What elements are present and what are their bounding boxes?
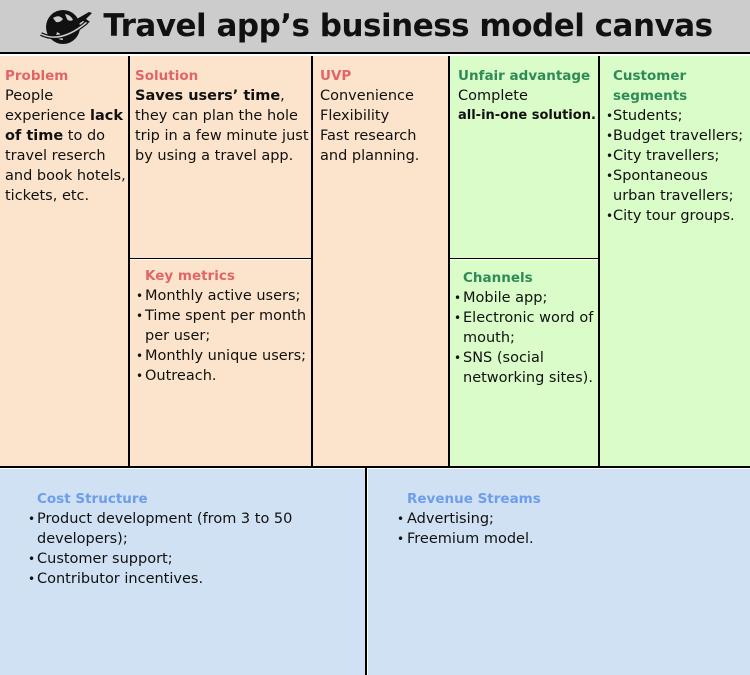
cost-structure-title: Cost Structure — [37, 491, 148, 507]
list-item: Product development (from 3 to 50 develo… — [28, 509, 318, 549]
list-item: Time spent per month per user; — [136, 306, 311, 346]
channels-list: Mobile app; Electronic word of mouth; SN… — [454, 288, 599, 388]
divider — [128, 56, 130, 468]
uvp-line: Fast research and planning. — [320, 128, 420, 164]
problem-title: Problem — [5, 68, 69, 84]
unfair-advantage-title: Unfair advantage — [458, 68, 591, 84]
divider — [311, 56, 313, 468]
divider — [0, 466, 750, 468]
divider — [129, 258, 312, 259]
list-item: Students; — [606, 106, 750, 126]
divider — [449, 258, 600, 259]
divider — [598, 56, 600, 468]
uvp-line: Flexibility — [320, 108, 390, 124]
channels-cell: Channels Mobile app; Electronic word of … — [450, 260, 599, 467]
problem-cell: Problem People experience lack of time t… — [0, 56, 129, 467]
list-item: Advertising; — [397, 509, 750, 529]
list-item: SNS (social networking sites). — [454, 348, 599, 388]
revenue-streams-cell: Revenue Streams Advertising; Freemium mo… — [368, 469, 750, 675]
page-title: Travel app’s business model canvas — [103, 8, 713, 44]
divider — [365, 467, 367, 675]
list-item: City travellers; — [606, 146, 750, 166]
key-metrics-list: Monthly active users; Time spent per mon… — [136, 286, 311, 386]
globe-airplane-icon — [40, 10, 93, 44]
cost-structure-list: Product development (from 3 to 50 develo… — [28, 509, 318, 589]
list-item: Contributor incentives. — [28, 569, 318, 589]
unfair-advantage-bold: all-in-one solution. — [458, 108, 596, 123]
problem-text: People experience lack of time to do tra… — [5, 88, 126, 204]
list-item: Monthly unique users; — [136, 346, 311, 366]
solution-text: Saves users’ time, they can plan the hol… — [135, 88, 309, 164]
revenue-streams-list: Advertising; Freemium model. — [397, 509, 750, 549]
list-item: Outreach. — [136, 366, 311, 386]
list-item: Customer support; — [28, 549, 318, 569]
unfair-advantage-text: Complete — [458, 88, 528, 104]
list-item: City tour groups. — [606, 206, 750, 226]
list-item: Spontaneous urban travellers; — [606, 166, 750, 206]
uvp-line: Convenience — [320, 88, 414, 104]
customer-segments-cell: Customer segments Students; Budget trave… — [600, 56, 750, 467]
uvp-title: UVP — [320, 68, 352, 84]
list-item: Freemium model. — [397, 529, 750, 549]
solution-cell: Solution Saves users’ time, they can pla… — [130, 56, 312, 259]
divider — [448, 56, 450, 468]
cost-structure-cell: Cost Structure Product development (from… — [0, 469, 366, 675]
uvp-cell: UVP Convenience Flexibility Fast researc… — [313, 56, 449, 467]
header: Travel app’s business model canvas — [0, 0, 750, 54]
list-item: Budget travellers; — [606, 126, 750, 146]
solution-title: Solution — [135, 68, 199, 84]
list-item: Electronic word of mouth; — [454, 308, 599, 348]
unfair-advantage-cell: Unfair advantage Complete all-in-one sol… — [450, 56, 599, 259]
customer-segments-title: Customer segments — [613, 68, 688, 104]
channels-title: Channels — [463, 270, 533, 286]
revenue-streams-title: Revenue Streams — [407, 491, 541, 507]
list-item: Monthly active users; — [136, 286, 311, 306]
key-metrics-title: Key metrics — [145, 268, 235, 284]
customer-segments-list: Students; Budget travellers; City travel… — [606, 106, 750, 226]
key-metrics-cell: Key metrics Monthly active users; Time s… — [130, 260, 312, 467]
list-item: Mobile app; — [454, 288, 599, 308]
